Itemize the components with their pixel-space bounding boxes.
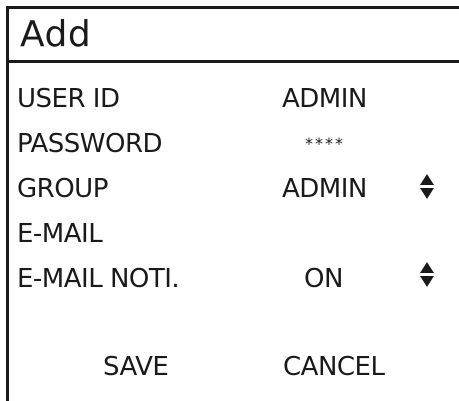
arrow-up-icon[interactable] xyxy=(420,174,434,185)
title-bar: Add xyxy=(6,6,459,63)
dialog-title: Add xyxy=(20,14,92,55)
up-down-arrows-icon[interactable] xyxy=(420,174,436,204)
arrow-down-icon[interactable] xyxy=(420,188,434,199)
group-label: GROUP xyxy=(17,174,108,204)
email-field[interactable] xyxy=(282,219,412,249)
email-notification-label: E-MAIL NOTI. xyxy=(17,264,180,294)
save-button[interactable]: SAVE xyxy=(103,352,169,382)
up-down-arrows-icon[interactable] xyxy=(420,262,436,292)
email-label: E-MAIL xyxy=(17,219,103,249)
password-field[interactable]: **** xyxy=(305,134,345,153)
password-label: PASSWORD xyxy=(17,129,163,159)
arrow-down-icon[interactable] xyxy=(420,276,434,287)
dialog-left-border xyxy=(6,6,9,401)
add-user-dialog: Add USER ID ADMIN PASSWORD **** GROUP AD… xyxy=(0,0,459,401)
group-select[interactable]: ADMIN xyxy=(282,174,367,204)
cancel-button[interactable]: CANCEL xyxy=(283,352,385,382)
user-id-label: USER ID xyxy=(17,84,120,114)
email-notification-select[interactable]: ON xyxy=(304,264,343,294)
user-id-field[interactable]: ADMIN xyxy=(282,84,367,114)
arrow-up-icon[interactable] xyxy=(420,262,434,273)
